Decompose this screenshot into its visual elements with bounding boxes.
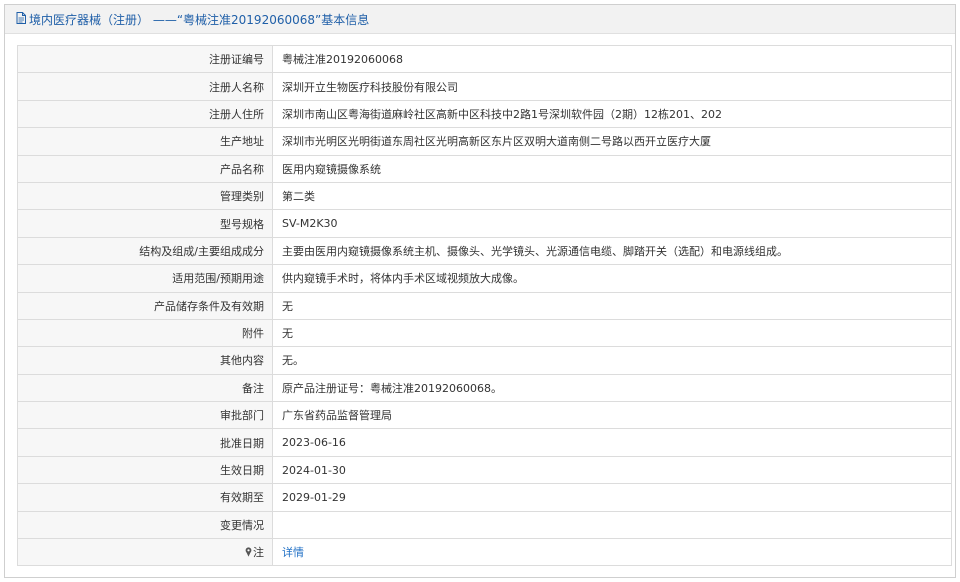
table-row: 注册证编号 粤械注准20192060068 bbox=[17, 44, 952, 74]
row-value: 广东省药品监督管理局 bbox=[272, 401, 952, 430]
info-table: 注册证编号 粤械注准20192060068 注册人名称 深圳开立生物医疗科技股份有限公… bbox=[17, 44, 952, 567]
table-row: 批准日期 2023-06-16 bbox=[17, 428, 952, 457]
row-value: 深圳市光明区光明街道东周社区光明高新区东片区双明大道南侧二号路以西开立医疗大厦 bbox=[272, 127, 952, 156]
row-label: 生效日期 bbox=[17, 455, 273, 485]
row-value bbox=[272, 510, 952, 540]
row-label: 适用范围/预期用途 bbox=[17, 264, 273, 293]
row-label: 注册人名称 bbox=[17, 72, 273, 101]
row-label: 注 bbox=[17, 538, 273, 567]
panel-header: 境内医疗器械（注册） ——“粤械注准20192060068”基本信息 bbox=[5, 5, 955, 34]
row-label: 生产地址 bbox=[17, 127, 273, 156]
row-label: 注册人住所 bbox=[17, 99, 273, 129]
row-label: 附件 bbox=[17, 318, 273, 348]
row-value: 无 bbox=[272, 291, 952, 320]
row-value: 主要由医用内窥镜摄像系统主机、摄像头、光学镜头、光源通信电缆、脚踏开关（选配）和… bbox=[272, 236, 952, 266]
table-row: 注册人名称 深圳开立生物医疗科技股份有限公司 bbox=[17, 72, 952, 101]
row-label: 批准日期 bbox=[17, 428, 273, 457]
row-value: 深圳开立生物医疗科技股份有限公司 bbox=[272, 72, 952, 101]
note-label: 注 bbox=[253, 546, 264, 560]
table-row: 管理类别 第二类 bbox=[17, 181, 952, 211]
table-row: 结构及组成/主要组成成分 主要由医用内窥镜摄像系统主机、摄像头、光学镜头、光源通信… bbox=[17, 236, 952, 266]
row-label: 备注 bbox=[17, 373, 273, 403]
table-row: 型号规格 SV-M2K30 bbox=[17, 209, 952, 238]
row-value: 供内窥镜手术时，将体内手术区域视频放大成像。 bbox=[272, 264, 952, 293]
table-row: 变更情况 bbox=[17, 510, 952, 540]
table-row: 有效期至 2029-01-29 bbox=[17, 483, 952, 512]
row-label: 注册证编号 bbox=[17, 44, 273, 74]
row-label: 管理类别 bbox=[17, 181, 273, 211]
row-value: 深圳市南山区粤海街道麻岭社区高新中区科技中2路1号深圳软件园（2期）12栋201… bbox=[272, 99, 952, 129]
row-value: 2029-01-29 bbox=[272, 483, 952, 512]
table-row-note: 注 详情 bbox=[17, 538, 952, 567]
row-value: 无 bbox=[272, 318, 952, 348]
row-value: 无。 bbox=[272, 346, 952, 375]
row-label: 结构及组成/主要组成成分 bbox=[17, 236, 273, 266]
row-value: 医用内窥镜摄像系统 bbox=[272, 154, 952, 183]
row-value: 粤械注准20192060068 bbox=[272, 44, 952, 74]
row-label: 产品名称 bbox=[17, 154, 273, 183]
row-value: 详情 bbox=[272, 538, 952, 567]
pin-icon bbox=[245, 547, 252, 557]
table-row: 附件无 bbox=[17, 318, 952, 348]
table-row: 注册人住所 深圳市南山区粤海街道麻岭社区高新中区科技中2路1号深圳软件园（2期）1… bbox=[17, 99, 952, 129]
info-panel: 境内医疗器械（注册） ——“粤械注准20192060068”基本信息 注册证编号… bbox=[4, 4, 956, 578]
table-row: 产品名称 医用内窥镜摄像系统 bbox=[17, 154, 952, 183]
table-row: 其他内容 无。 bbox=[17, 346, 952, 375]
row-label: 有效期至 bbox=[17, 483, 273, 512]
row-value: SV-M2K30 bbox=[272, 209, 952, 238]
row-value: 2024-01-30 bbox=[272, 455, 952, 485]
row-label: 型号规格 bbox=[17, 209, 273, 238]
table-row: 适用范围/预期用途 供内窥镜手术时，将体内手术区域视频放大成像。 bbox=[17, 264, 952, 293]
table-row: 生产地址 深圳市光明区光明街道东周社区光明高新区东片区双明大道南侧二号路以西开立医… bbox=[17, 127, 952, 156]
row-label: 产品储存条件及有效期 bbox=[17, 291, 273, 320]
table-row: 备注 原产品注册证号：粤械注准20192060068。 bbox=[17, 373, 952, 403]
row-value: 2023-06-16 bbox=[272, 428, 952, 457]
row-value: 原产品注册证号：粤械注准20192060068。 bbox=[272, 373, 952, 403]
table-row: 审批部门 广东省药品监督管理局 bbox=[17, 401, 952, 430]
row-value: 第二类 bbox=[272, 181, 952, 211]
document-icon bbox=[16, 12, 26, 24]
row-label: 审批部门 bbox=[17, 401, 273, 430]
row-label: 其他内容 bbox=[17, 346, 273, 375]
table-row: 产品储存条件及有效期无 bbox=[17, 291, 952, 320]
row-label: 变更情况 bbox=[17, 510, 273, 540]
table-row: 生效日期 2024-01-30 bbox=[17, 455, 952, 485]
page-title: 境内医疗器械（注册） ——“粤械注准20192060068”基本信息 bbox=[29, 12, 370, 27]
detail-link[interactable]: 详情 bbox=[282, 546, 304, 559]
